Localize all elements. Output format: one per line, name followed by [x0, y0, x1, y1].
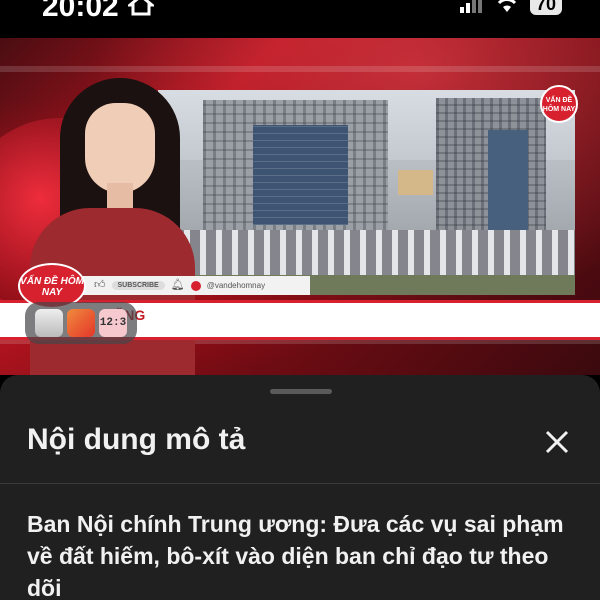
wifi-icon: [495, 0, 519, 12]
status-icons: 70: [459, 0, 562, 16]
background-stripe: [0, 66, 600, 72]
footage-building-right-glass: [488, 130, 528, 240]
bell-icon: 🔔︎: [170, 279, 185, 291]
youtube-icon: [190, 280, 201, 291]
footage-building-glass: [253, 125, 348, 225]
subscribe-label: SUBSCRIBE: [111, 281, 165, 290]
clock-app-icon[interactable]: 12:3: [99, 309, 127, 337]
social-bar: 👍︎ SUBSCRIBE 🔔︎ @vandehomnay: [80, 276, 310, 295]
app-thumbnail-icon[interactable]: [35, 309, 63, 337]
battery-icon: 70: [529, 0, 562, 15]
floating-app-switcher[interactable]: 12:3: [25, 302, 137, 344]
anchor-face: [85, 103, 155, 193]
thumbs-up-icon: 👍︎: [94, 279, 106, 291]
description-sheet: Nội dung mô tả Ban Nội chính Trung ương:…: [0, 375, 600, 600]
footage-podium: [158, 230, 575, 275]
channel-logo: VẤN ĐỀ HÔM NAY: [540, 85, 578, 123]
news-footage-image: [158, 90, 575, 295]
status-time: 20:02: [42, 0, 119, 23]
close-icon[interactable]: [540, 425, 574, 459]
sheet-divider: [0, 483, 600, 484]
footage-house: [398, 170, 433, 195]
home-icon: [128, 0, 154, 16]
status-bar: 20:02 70: [0, 0, 600, 38]
drag-handle[interactable]: [270, 389, 332, 394]
video-player[interactable]: VẤN ĐỀ HÔM NAY 👍︎ SUBSCRIBE 🔔︎ @vandehom…: [0, 38, 600, 375]
sheet-title: Nội dung mô tả: [27, 423, 246, 456]
close-button[interactable]: [540, 425, 574, 459]
video-headline: Ban Nội chính Trung ương: Đưa các vụ sai…: [27, 511, 564, 600]
app-thumbnail-icon[interactable]: [67, 309, 95, 337]
channel-handle: @vandehomnay: [206, 281, 266, 290]
cellular-signal-icon: [459, 0, 482, 13]
